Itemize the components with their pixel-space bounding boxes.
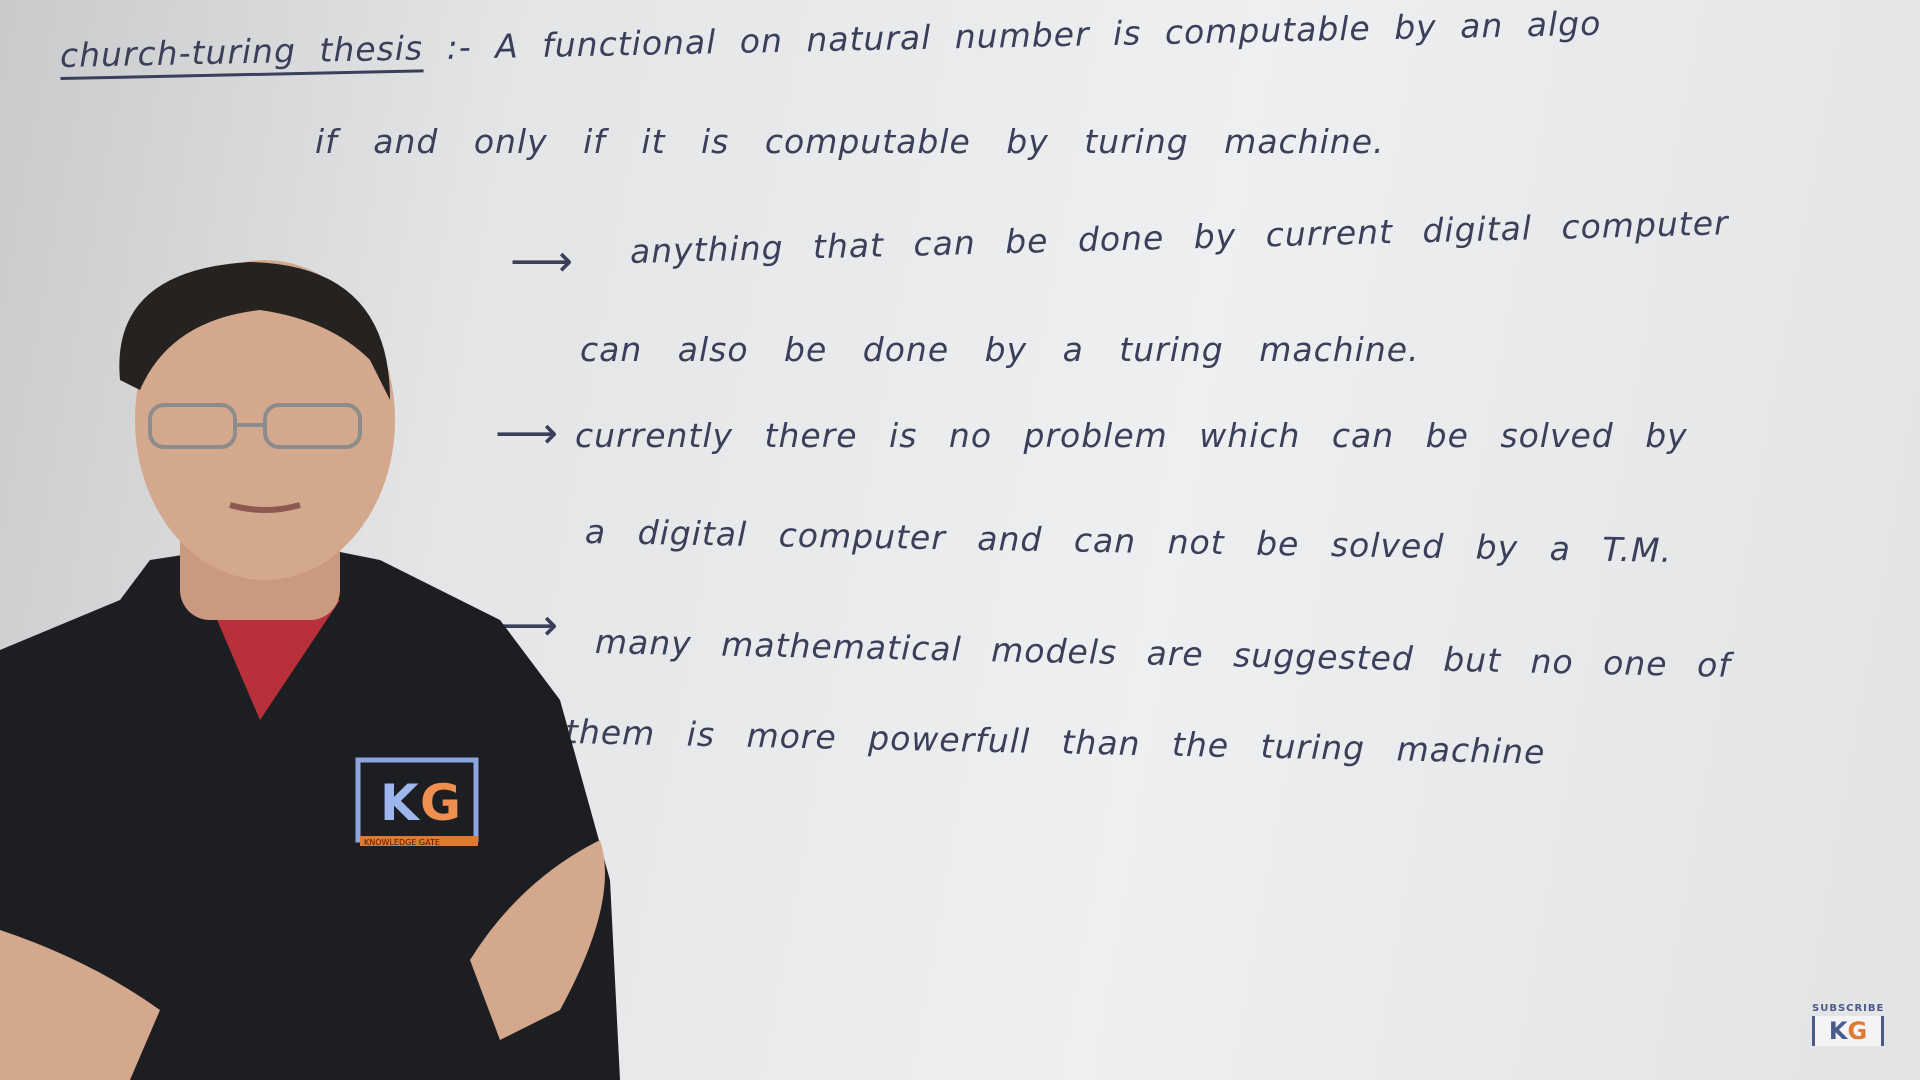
- logo-g: G: [1847, 1017, 1868, 1045]
- shirt-logo-sub: KNOWLEDGE GATE: [364, 838, 440, 847]
- logo-k: K: [1828, 1017, 1848, 1045]
- subscribe-label: SUBSCRIBE: [1812, 1003, 1885, 1014]
- shirt-logo-k: K: [380, 774, 421, 832]
- presenter: K G KNOWLEDGE GATE: [0, 260, 620, 1080]
- shirt-logo-g: G: [420, 774, 461, 832]
- kg-logo: KG: [1812, 1016, 1884, 1046]
- subscribe-button[interactable]: SUBSCRIBE KG: [1812, 1003, 1884, 1046]
